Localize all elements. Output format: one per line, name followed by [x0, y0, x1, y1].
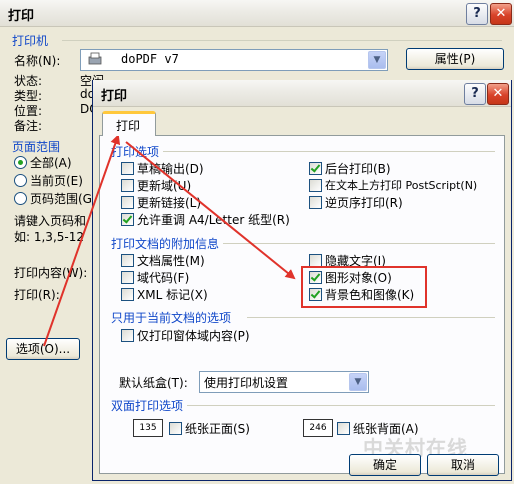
bg-title-bar[interactable]: 打印 ? ✕ — [0, 0, 514, 27]
properties-button[interactable]: 属性(P) — [406, 48, 504, 70]
doc-properties-checkbox[interactable] — [121, 254, 134, 267]
draft-label[interactable]: 草稿输出(D) — [137, 160, 204, 177]
default-tray-value: 使用打印机设置 — [204, 376, 289, 390]
current-doc-line — [247, 317, 495, 318]
doc-properties-label[interactable]: 文档属性(M) — [137, 252, 205, 269]
bg-help-button[interactable]: ? — [466, 3, 488, 25]
dialog-title: 打印 — [101, 89, 128, 104]
tab-print-label: 打印 — [116, 119, 141, 133]
doc-info-section-title: 打印文档的附加信息 — [111, 237, 220, 251]
ok-button[interactable]: 确定 — [349, 454, 421, 476]
duplex-front-icon: 135 — [133, 419, 163, 437]
tab-print[interactable]: 打印 — [102, 111, 156, 136]
comment-label: 备注: — [14, 119, 43, 133]
a4-letter-checkbox[interactable] — [121, 213, 134, 226]
print-label: 打印(R): — [14, 288, 60, 302]
range-current-radio[interactable] — [14, 174, 27, 187]
print-options-section-title: 打印选项 — [111, 145, 160, 159]
reverse-order-label[interactable]: 逆页序打印(R) — [325, 194, 403, 211]
duplex-back-icon-text: 246 — [309, 423, 327, 433]
update-links-checkbox[interactable] — [121, 196, 134, 209]
form-data-label[interactable]: 仅打印窗体域内容(P) — [137, 327, 250, 344]
update-fields-checkbox[interactable] — [121, 179, 134, 192]
printer-group-title: 打印机 — [12, 34, 49, 48]
printer-name-select[interactable]: doPDF v7 ▼ — [80, 49, 388, 71]
range-current-label[interactable]: 当前页(E) — [30, 172, 83, 189]
reverse-order-checkbox[interactable] — [309, 196, 322, 209]
duplex-back-icon: 246 — [303, 419, 333, 437]
range-all-label[interactable]: 全部(A) — [30, 154, 72, 171]
doc-info-line — [223, 243, 495, 244]
printer-icon — [87, 52, 103, 66]
printer-name-label: 名称(N): — [14, 54, 61, 68]
form-data-checkbox[interactable] — [121, 329, 134, 342]
bg-window-title: 打印 — [8, 9, 35, 24]
draft-checkbox[interactable] — [121, 162, 134, 175]
duplex-line — [187, 405, 495, 406]
postscript-checkbox[interactable] — [309, 179, 322, 192]
highlight-box — [301, 266, 427, 308]
range-pages-radio[interactable] — [14, 192, 27, 205]
xml-tags-label[interactable]: XML 标记(X) — [137, 286, 208, 303]
default-tray-label: 默认纸盒(T): — [119, 376, 188, 390]
dialog-title-bar[interactable]: 打印 ? ✕ — [93, 80, 511, 107]
cancel-button[interactable]: 取消 — [427, 454, 499, 476]
current-doc-section-title: 只用于当前文档的选项 — [111, 311, 232, 325]
print-what-label: 打印内容(W): — [14, 266, 88, 280]
default-tray-select[interactable]: 使用打印机设置 ▼ — [199, 371, 369, 393]
duplex-front-checkbox[interactable] — [169, 422, 182, 435]
xml-tags-checkbox[interactable] — [121, 288, 134, 301]
field-codes-label[interactable]: 域代码(F) — [137, 269, 189, 286]
a4-letter-label[interactable]: 允许重调 A4/Letter 纸型(R) — [137, 211, 290, 228]
page-range-title: 页面范围 — [12, 140, 61, 154]
duplex-section-title: 双面打印选项 — [111, 399, 184, 413]
printer-group-line — [62, 40, 502, 41]
dialog-help-button[interactable]: ? — [464, 83, 486, 105]
update-fields-label[interactable]: 更新域(U) — [137, 177, 191, 194]
dialog-close-button[interactable]: ✕ — [487, 83, 509, 105]
update-links-label[interactable]: 更新链接(L) — [137, 194, 201, 211]
pages-hint-line2: 如: 1,3,5-12 — [14, 230, 84, 244]
background-print-label[interactable]: 后台打印(B) — [325, 160, 391, 177]
duplex-back-checkbox[interactable] — [337, 422, 350, 435]
chevron-down-icon[interactable]: ▼ — [368, 51, 386, 69]
chevron-down-icon[interactable]: ▼ — [349, 373, 367, 391]
printer-name-value: doPDF v7 — [121, 52, 179, 66]
options-button[interactable]: 选项(O)... — [6, 338, 80, 360]
print-options-dialog: 打印 ? ✕ 打印 打印选项 草稿输出(D) 更新域(U) 更新链接(L) 允许… — [92, 80, 512, 481]
range-pages-label[interactable]: 页码范围(G) — [30, 190, 97, 207]
range-all-radio[interactable] — [14, 156, 27, 169]
duplex-front-icon-text: 135 — [139, 423, 157, 433]
postscript-label[interactable]: 在文本上方打印 PostScript(N) — [325, 177, 477, 193]
pages-hint-line1: 请键入页码和/ — [14, 214, 91, 228]
background-print-checkbox[interactable] — [309, 162, 322, 175]
bg-close-button[interactable]: ✕ — [490, 3, 512, 25]
print-options-line — [163, 151, 495, 152]
field-codes-checkbox[interactable] — [121, 271, 134, 284]
duplex-front-label[interactable]: 纸张正面(S) — [185, 420, 250, 437]
